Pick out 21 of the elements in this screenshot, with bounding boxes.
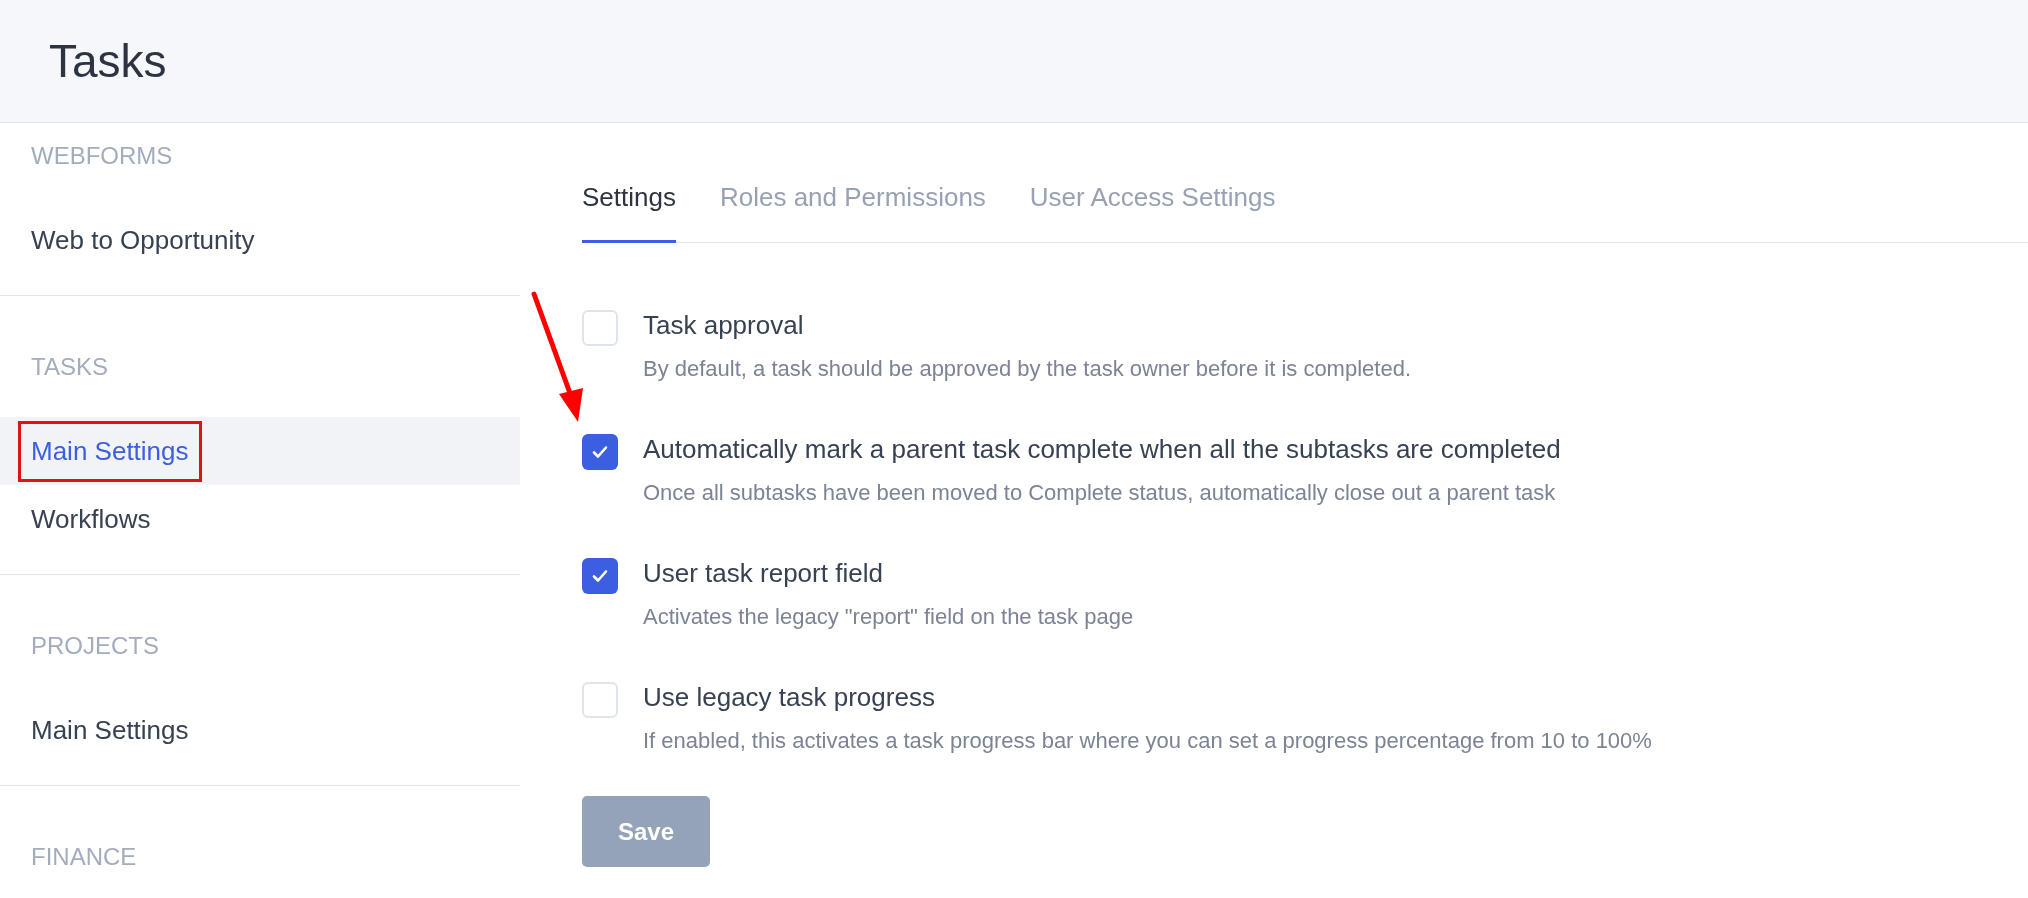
section-label: TASKS [30, 352, 109, 382]
section-label: WEBFORMS [30, 141, 174, 171]
sidebar-item[interactable]: Main Settings [21, 702, 199, 758]
setting-title: Automatically mark a parent task complete when all the subtasks are completed [643, 434, 1561, 464]
checkbox[interactable] [582, 558, 618, 594]
checkbox[interactable] [582, 682, 618, 718]
setting-description: By default, a task should be approved by the task owner before it is completed. [643, 355, 1411, 383]
sidebar-item[interactable]: Workflows [21, 491, 161, 547]
setting-title: Task approval [643, 310, 805, 340]
sidebar-item[interactable]: Web to Opportunity [21, 212, 265, 268]
page-title: Tasks [49, 33, 167, 89]
section-label: PROJECTS [30, 631, 160, 661]
setting-description: If enabled, this activates a task progress bar where you can set a progress percentage from 10 to 100% [643, 727, 1652, 755]
checkbox[interactable] [582, 434, 618, 470]
section-label: FINANCE [30, 842, 138, 872]
tab[interactable]: Settings [582, 182, 676, 243]
setting-title: Use legacy task progress [643, 682, 936, 712]
setting-description: Activates the legacy "report" field on the task page [643, 603, 1134, 631]
setting-description: Once all subtasks have been moved to Complete status, automatically close out a parent task [643, 479, 1557, 507]
setting-title: User task report field [643, 558, 884, 588]
checkbox[interactable] [582, 310, 618, 346]
